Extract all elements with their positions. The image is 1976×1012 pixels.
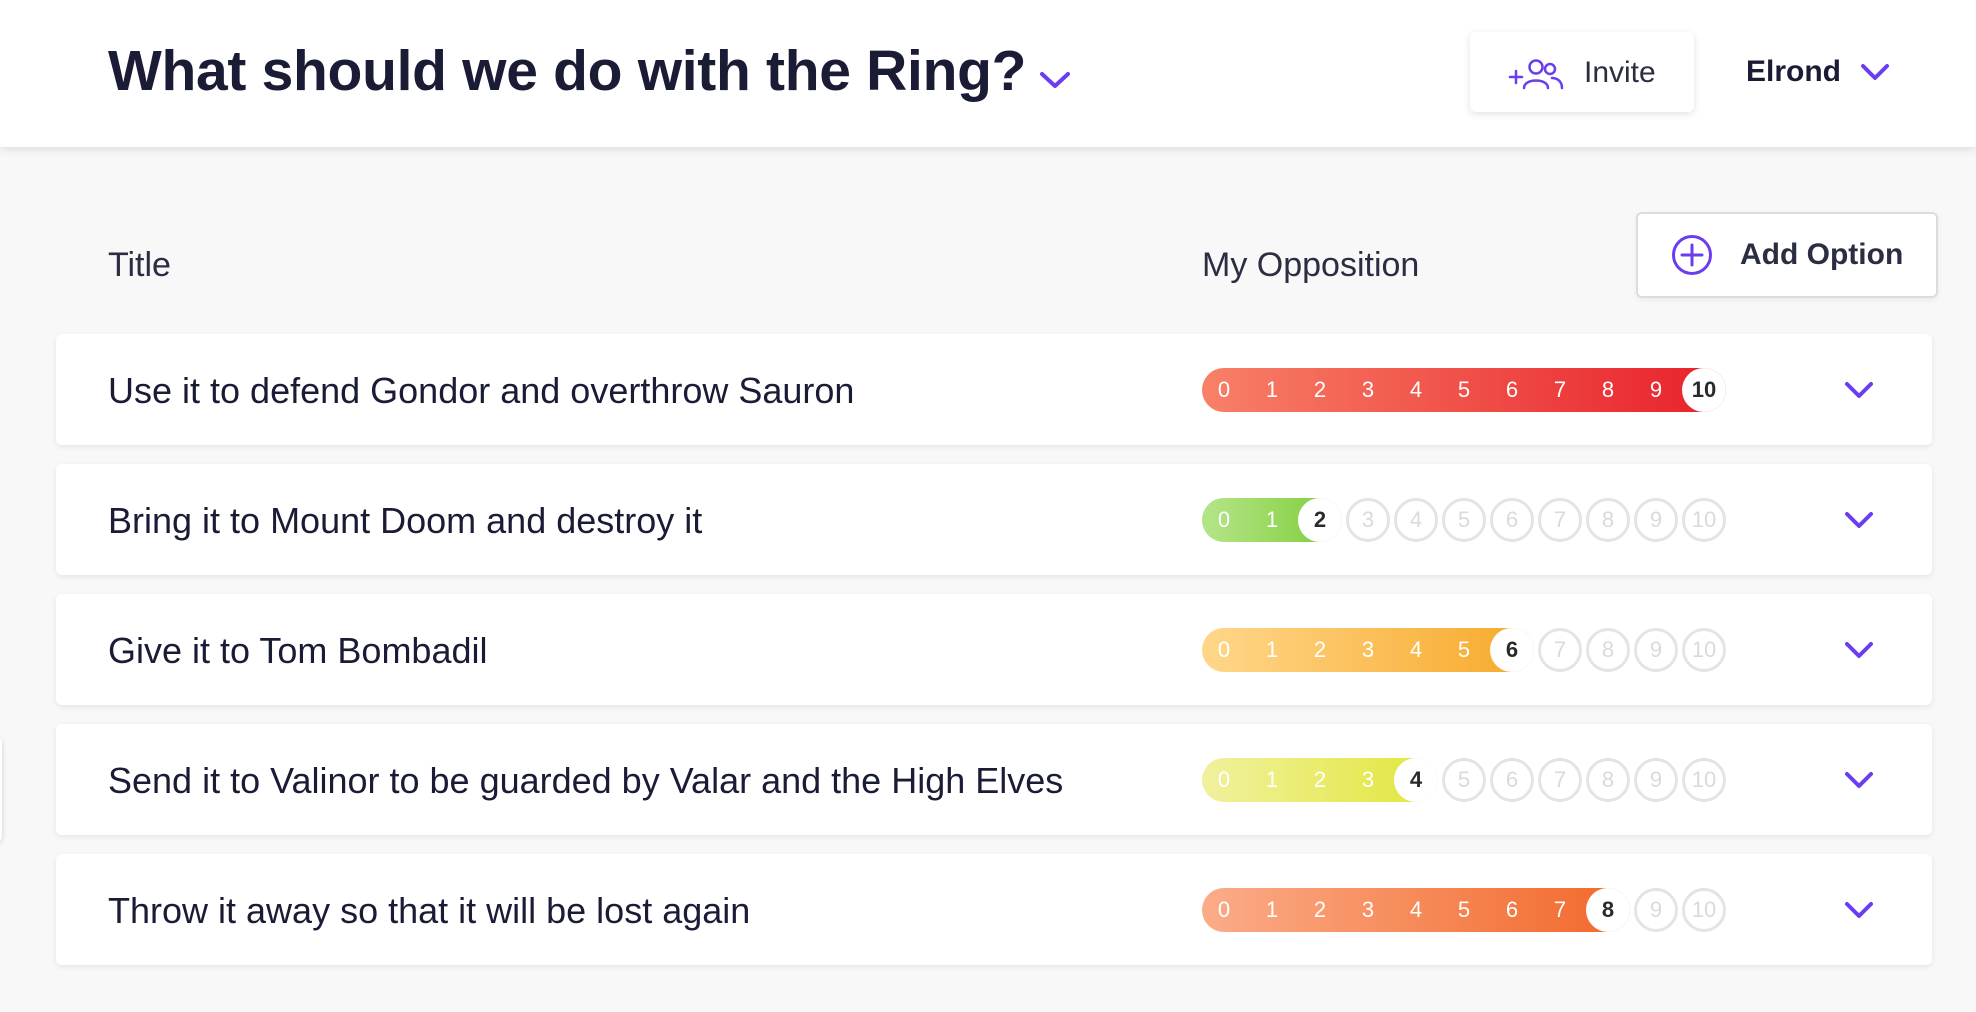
expand-chevron-icon[interactable] <box>1843 769 1875 791</box>
opposition-scale[interactable]: 0 1 2 3 4 5 6 7 8 9 10 <box>1202 758 1730 802</box>
column-header-opposition: My Opposition <box>1202 246 1420 284</box>
opposition-step[interactable]: 9 <box>1634 758 1678 802</box>
opposition-step[interactable]: 8 <box>1586 498 1630 542</box>
app-header: What should we do with the Ring? Invite … <box>0 0 1976 147</box>
option-title: Throw it away so that it will be lost ag… <box>108 890 751 931</box>
opposition-step[interactable]: 2 <box>1298 758 1342 802</box>
opposition-step[interactable]: 2 <box>1298 628 1342 672</box>
opposition-step[interactable]: 3 <box>1346 888 1390 932</box>
plus-circle-icon <box>1672 235 1712 275</box>
opposition-step[interactable]: 5 <box>1442 888 1486 932</box>
option-row[interactable]: Give it to Tom Bombadil 0 1 2 3 4 5 6 7 8 9 10 <box>56 594 1932 705</box>
add-option-button[interactable]: Add Option <box>1636 212 1938 298</box>
opposition-step[interactable]: 6 <box>1490 888 1534 932</box>
opposition-step[interactable]: 0 <box>1202 498 1246 542</box>
opposition-scale[interactable]: 0 1 2 3 4 5 6 7 8 9 10 <box>1202 498 1730 542</box>
option-row[interactable]: Throw it away so that it will be lost ag… <box>56 854 1932 965</box>
opposition-step[interactable]: 1 <box>1250 498 1294 542</box>
opposition-scale[interactable]: 0 1 2 3 4 5 6 7 8 9 10 <box>1202 368 1730 412</box>
opposition-step[interactable]: 0 <box>1202 628 1246 672</box>
side-drawer-handle[interactable] <box>0 736 2 842</box>
opposition-step[interactable]: 8 <box>1586 758 1630 802</box>
add-users-icon <box>1508 59 1564 90</box>
opposition-step[interactable]: 9 <box>1634 498 1678 542</box>
opposition-step[interactable]: 4 <box>1394 368 1438 412</box>
opposition-step[interactable]: 7 <box>1538 498 1582 542</box>
opposition-step[interactable]: 7 <box>1538 888 1582 932</box>
options-list: Use it to defend Gondor and overthrow Sa… <box>56 334 1932 984</box>
opposition-step[interactable]: 10 <box>1682 758 1726 802</box>
expand-chevron-icon[interactable] <box>1843 379 1875 401</box>
opposition-step[interactable]: 3 <box>1346 498 1390 542</box>
invite-button[interactable]: Invite <box>1470 32 1694 112</box>
opposition-step[interactable]: 6 <box>1490 758 1534 802</box>
opposition-step[interactable]: 8 <box>1586 888 1630 932</box>
expand-chevron-icon[interactable] <box>1843 899 1875 921</box>
opposition-step[interactable]: 4 <box>1394 888 1438 932</box>
opposition-step[interactable]: 9 <box>1634 368 1678 412</box>
opposition-step[interactable]: 4 <box>1394 628 1438 672</box>
option-title: Give it to Tom Bombadil <box>108 630 488 671</box>
opposition-step[interactable]: 1 <box>1250 888 1294 932</box>
opposition-step[interactable]: 1 <box>1250 628 1294 672</box>
opposition-step[interactable]: 5 <box>1442 498 1486 542</box>
opposition-step[interactable]: 0 <box>1202 368 1246 412</box>
user-name: Elrond <box>1746 55 1841 88</box>
opposition-step[interactable]: 9 <box>1634 888 1678 932</box>
opposition-step[interactable]: 8 <box>1586 628 1630 672</box>
column-header-title: Title <box>108 246 171 284</box>
opposition-step[interactable]: 3 <box>1346 628 1390 672</box>
opposition-scale[interactable]: 0 1 2 3 4 5 6 7 8 9 10 <box>1202 628 1730 672</box>
option-row[interactable]: Use it to defend Gondor and overthrow Sa… <box>56 334 1932 445</box>
opposition-step[interactable]: 9 <box>1634 628 1678 672</box>
opposition-step[interactable]: 10 <box>1682 498 1726 542</box>
opposition-step[interactable]: 6 <box>1490 498 1534 542</box>
option-row[interactable]: Send it to Valinor to be guarded by Vala… <box>56 724 1932 835</box>
opposition-step[interactable]: 5 <box>1442 368 1486 412</box>
expand-chevron-icon[interactable] <box>1843 509 1875 531</box>
opposition-step[interactable]: 4 <box>1394 758 1438 802</box>
opposition-scale[interactable]: 0 1 2 3 4 5 6 7 8 9 10 <box>1202 888 1730 932</box>
opposition-step[interactable]: 7 <box>1538 758 1582 802</box>
opposition-step[interactable]: 10 <box>1682 628 1726 672</box>
opposition-step[interactable]: 0 <box>1202 888 1246 932</box>
opposition-step[interactable]: 0 <box>1202 758 1246 802</box>
opposition-step[interactable]: 3 <box>1346 758 1390 802</box>
opposition-step[interactable]: 7 <box>1538 368 1582 412</box>
opposition-step[interactable]: 2 <box>1298 498 1342 542</box>
opposition-step[interactable]: 5 <box>1442 628 1486 672</box>
opposition-step[interactable]: 4 <box>1394 498 1438 542</box>
opposition-step[interactable]: 10 <box>1682 368 1726 412</box>
option-row[interactable]: Bring it to Mount Doom and destroy it 0 1 2… <box>56 464 1932 575</box>
user-menu[interactable]: Elrond <box>1746 52 1891 92</box>
add-option-label: Add Option <box>1740 238 1904 271</box>
chevron-down-icon <box>1861 64 1889 80</box>
page-title: What should we do with the Ring? <box>108 39 1027 103</box>
option-title: Bring it to Mount Doom and destroy it <box>108 500 703 541</box>
opposition-step[interactable]: 2 <box>1298 888 1342 932</box>
opposition-step[interactable]: 10 <box>1682 888 1726 932</box>
invite-label: Invite <box>1584 56 1656 89</box>
opposition-step[interactable]: 8 <box>1586 368 1630 412</box>
opposition-step[interactable]: 1 <box>1250 758 1294 802</box>
opposition-step[interactable]: 6 <box>1490 368 1534 412</box>
chevron-down-icon[interactable] <box>1036 66 1074 94</box>
opposition-step[interactable]: 2 <box>1298 368 1342 412</box>
opposition-step[interactable]: 7 <box>1538 628 1582 672</box>
option-title: Use it to defend Gondor and overthrow Sa… <box>108 370 855 411</box>
opposition-step[interactable]: 1 <box>1250 368 1294 412</box>
opposition-step[interactable]: 3 <box>1346 368 1390 412</box>
expand-chevron-icon[interactable] <box>1843 639 1875 661</box>
opposition-step[interactable]: 6 <box>1490 628 1534 672</box>
opposition-step[interactable]: 5 <box>1442 758 1486 802</box>
option-title: Send it to Valinor to be guarded by Vala… <box>108 760 1064 801</box>
